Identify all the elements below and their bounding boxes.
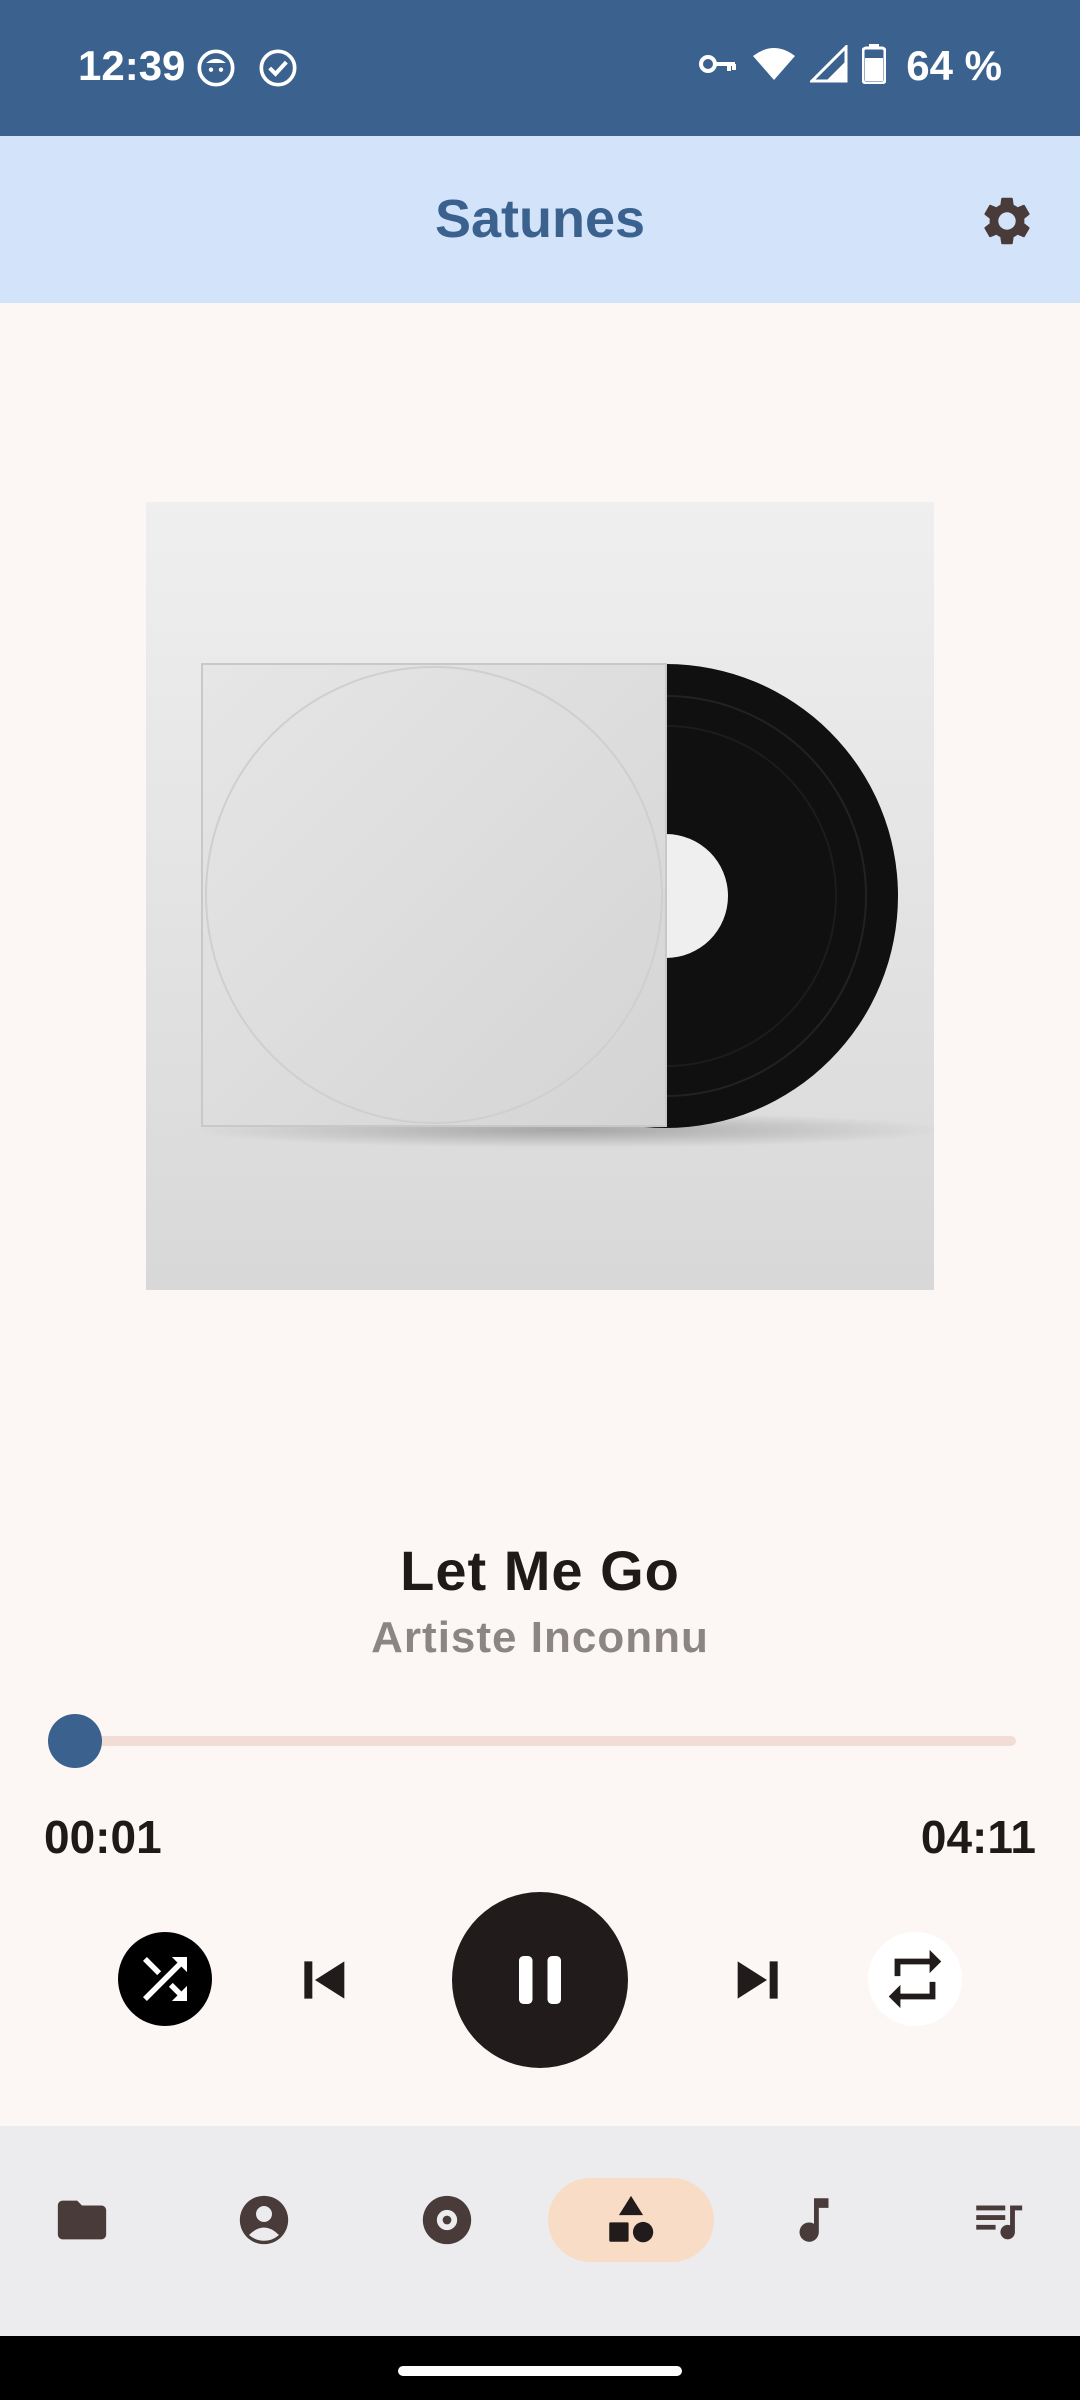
pause-button[interactable] [452, 1892, 628, 2068]
gear-icon [984, 197, 1030, 245]
genres-shapes-icon [609, 2195, 654, 2243]
nav-artists[interactable] [222, 2178, 306, 2262]
previous-button[interactable] [280, 1944, 366, 2016]
playlist-icon [976, 2205, 1023, 2240]
vinyl-record-artwork [146, 502, 934, 1290]
face-notification-icon [196, 48, 236, 93]
person-icon [239, 2195, 289, 2245]
skip-next-icon [737, 1961, 778, 1999]
folder-icon [57, 2200, 107, 2240]
status-time: 12:39 [78, 42, 186, 89]
wifi-icon [752, 46, 796, 87]
nav-songs[interactable] [772, 2178, 856, 2262]
elapsed-time: 00:01 [44, 1811, 162, 1863]
nav-playlists[interactable] [956, 2178, 1040, 2262]
battery-icon [861, 43, 887, 89]
shuffle-icon [143, 1957, 187, 2001]
seek-bar-thumb[interactable] [48, 1714, 102, 1768]
bottom-navigation [0, 2126, 1080, 2336]
signal-icon [808, 42, 848, 88]
music-note-icon [799, 2198, 829, 2242]
status-bar: 12:39 64 % [0, 0, 1080, 136]
skip-previous-icon [304, 1961, 345, 1999]
nav-albums[interactable] [405, 2178, 489, 2262]
nav-folders[interactable] [40, 2178, 124, 2262]
album-artwork [146, 502, 934, 1290]
seek-bar-track[interactable] [72, 1736, 1016, 1746]
shuffle-button[interactable] [118, 1932, 212, 2026]
next-button[interactable] [716, 1944, 802, 2016]
track-artist: Artiste Inconnu [371, 1613, 709, 1662]
pause-icon [519, 1956, 561, 2004]
battery-percentage: 64 % [906, 42, 1002, 89]
status-system-icons: 64 % [698, 42, 1002, 90]
settings-button[interactable] [972, 186, 1042, 256]
nav-genres[interactable] [548, 2178, 714, 2262]
total-time: 04:11 [920, 1811, 1036, 1863]
vpn-key-icon [698, 50, 738, 83]
status-notification-icons [196, 48, 298, 93]
check-circle-icon [258, 48, 298, 93]
album-icon [422, 2195, 472, 2245]
app-title: Satunes [434, 189, 646, 249]
app-bar: Satunes [0, 136, 1080, 303]
track-title: Let Me Go [400, 1539, 680, 1602]
repeat-button[interactable] [868, 1932, 962, 2026]
gesture-handle[interactable] [398, 2366, 682, 2376]
repeat-icon [888, 1949, 942, 2009]
